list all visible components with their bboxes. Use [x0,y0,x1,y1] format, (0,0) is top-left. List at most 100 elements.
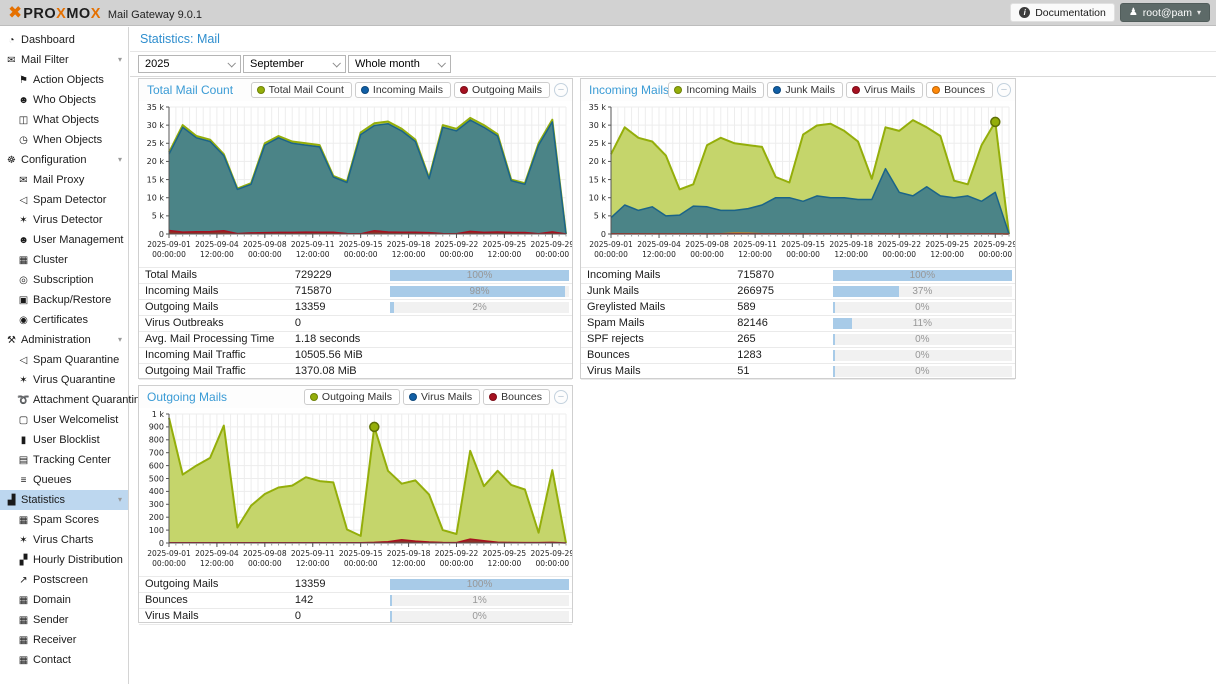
sidebar-item-mail-filter[interactable]: ✉Mail Filter▾ [0,50,128,70]
panel-header: Outgoing Mails Outgoing Mails Virus Mails… [139,386,572,408]
sidebar-item-label: Hourly Distribution [33,554,123,566]
legend-item-incoming-mails[interactable]: Incoming Mails [355,82,451,98]
svg-text:0: 0 [601,230,606,239]
svg-text:2025-09-25: 2025-09-25 [483,549,527,558]
range-select[interactable]: Whole month [348,55,451,73]
sidebar-item-what-objects[interactable]: ◫What Objects [0,110,128,130]
sidebar-item-label: Attachment Quarantine [33,394,146,406]
row-value: 1.18 seconds [295,332,360,347]
users-icon: ☻ [17,231,30,251]
percent-label: 100% [833,270,1012,281]
legend-item-total-mail-count[interactable]: Total Mail Count [251,82,352,98]
sidebar-item-subscription[interactable]: ◎Subscription [0,270,128,290]
row-value: 51 [737,364,749,379]
sidebar-item-postscreen[interactable]: ↗Postscreen [0,570,128,590]
chevron-down-icon: ▾ [118,150,122,170]
sidebar-item-certificates[interactable]: ◉Certificates [0,310,128,330]
svg-text:2025-09-22: 2025-09-22 [877,240,921,249]
sidebar-item-virus-quarantine[interactable]: ✶Virus Quarantine [0,370,128,390]
row-value: 0 [295,609,301,624]
chart-legend: Outgoing Mails Virus Mails Bounces [304,389,550,405]
svg-text:2025-09-04: 2025-09-04 [637,240,681,249]
sidebar-item-when-objects[interactable]: ◷When Objects [0,130,128,150]
row-label: Incoming Mails [587,268,660,283]
row-label: Virus Mails [145,609,199,624]
percent-bar: 0% [833,334,1012,345]
sidebar-item-domain[interactable]: ▦Domain [0,590,128,610]
sidebar-item-action-objects[interactable]: ⚑Action Objects [0,70,128,90]
sidebar-item-label: Sender [33,614,68,626]
sidebar-item-receiver[interactable]: ▦Receiver [0,630,128,650]
percent-bar: 2% [390,302,569,313]
legend-dot-icon [257,86,265,94]
legend-item-virus-mails[interactable]: Virus Mails [403,389,480,405]
sidebar-item-configuration[interactable]: ☸Configuration▾ [0,150,128,170]
legend-item-junk-mails[interactable]: Junk Mails [767,82,843,98]
table-row-spam-mails: Spam Mails8214611% [581,316,1015,332]
sidebar-item-label: Statistics [21,494,65,506]
panel-title: Outgoing Mails [147,390,227,404]
sidebar-item-spam-detector[interactable]: ◁Spam Detector [0,190,128,210]
svg-text:00:00:00: 00:00:00 [344,559,378,568]
sidebar-item-queues[interactable]: ≡Queues [0,470,128,490]
content-header: Statistics: Mail [130,27,1216,52]
sidebar-item-who-objects[interactable]: ☻Who Objects [0,90,128,110]
legend-item-incoming-mails[interactable]: Incoming Mails [668,82,764,98]
sidebar-item-attachment-quarantine[interactable]: ➰Attachment Quarantine [0,390,128,410]
sidebar-item-virus-detector[interactable]: ✶Virus Detector [0,210,128,230]
sidebar-item-dashboard[interactable]: ◔Dashboard [0,30,128,50]
svg-text:400: 400 [149,487,164,496]
sidebar-item-statistics[interactable]: ▟Statistics▾ [0,490,128,510]
legend-item-outgoing-mails[interactable]: Outgoing Mails [454,82,550,98]
proxmox-logo: ✖ PROXMOX Mail Gateway 9.0.1 [8,4,202,22]
user-menu-button[interactable]: ♟ root@pam ▾ [1120,3,1210,22]
sidebar-item-tracking-center[interactable]: ▤Tracking Center [0,450,128,470]
svg-text:2025-09-18: 2025-09-18 [829,240,873,249]
legend-item-bounces[interactable]: Bounces [483,389,550,405]
total-mail-count-table: Total Mails729229100%Incoming Mails71587… [139,267,572,380]
month-select[interactable]: September [243,55,346,73]
sidebar-item-label: Virus Quarantine [33,374,115,386]
filter-toolbar: 2025 September Whole month [130,52,1216,77]
chart-svg: 05 k10 k15 k20 k25 k30 k35 k2025-09-0100… [139,101,572,267]
legend-item-outgoing-mails[interactable]: Outgoing Mails [304,389,400,405]
legend-item-bounces[interactable]: Bounces [926,82,993,98]
legend-dot-icon [932,86,940,94]
sidebar-item-contact[interactable]: ▦Contact [0,650,128,670]
collapse-panel-icon[interactable]: − [997,83,1011,97]
sidebar-item-user-welcomelist[interactable]: ▢User Welcomelist [0,410,128,430]
svg-text:12:00:00: 12:00:00 [642,250,676,259]
legend-label: Outgoing Mails [322,391,392,403]
svg-text:00:00:00: 00:00:00 [690,250,724,259]
sidebar-item-mail-proxy[interactable]: ✉Mail Proxy [0,170,128,190]
sidebar-item-administration[interactable]: ⚒Administration▾ [0,330,128,350]
row-value: 266975 [737,284,774,299]
svg-text:300: 300 [149,500,164,509]
sidebar-item-user-blocklist[interactable]: ▮User Blocklist [0,430,128,450]
sidebar-item-cluster[interactable]: ▦Cluster [0,250,128,270]
svg-text:00:00:00: 00:00:00 [535,559,569,568]
year-select[interactable]: 2025 [138,55,241,73]
percent-bar: 100% [390,270,569,281]
row-value: 1370.08 MiB [295,364,357,379]
panel-header: Total Mail Count Total Mail CountIncomin… [139,79,572,101]
svg-text:2025-09-29: 2025-09-29 [974,240,1015,249]
svg-text:600: 600 [149,461,164,470]
row-label: Outgoing Mail Traffic [145,364,246,379]
collapse-panel-icon[interactable]: − [554,390,568,404]
sidebar-item-spam-scores[interactable]: ▦Spam Scores [0,510,128,530]
table-row-junk-mails: Junk Mails26697537% [581,284,1015,300]
row-label: Bounces [587,348,630,363]
svg-text:2025-09-11: 2025-09-11 [291,240,335,249]
sidebar-item-sender[interactable]: ▦Sender [0,610,128,630]
collapse-panel-icon[interactable]: − [554,83,568,97]
documentation-button[interactable]: i Documentation [1010,3,1115,22]
row-label: Outgoing Mails [145,577,218,592]
sidebar-item-hourly-distribution[interactable]: ▞Hourly Distribution [0,550,128,570]
sidebar-item-spam-quarantine[interactable]: ◁Spam Quarantine [0,350,128,370]
sidebar-item-virus-charts[interactable]: ✶Virus Charts [0,530,128,550]
sidebar-item-user-management[interactable]: ☻User Management [0,230,128,250]
legend-item-virus-mails[interactable]: Virus Mails [846,82,923,98]
legend-label: Bounces [501,391,542,403]
sidebar-item-backup-restore[interactable]: ▣Backup/Restore [0,290,128,310]
